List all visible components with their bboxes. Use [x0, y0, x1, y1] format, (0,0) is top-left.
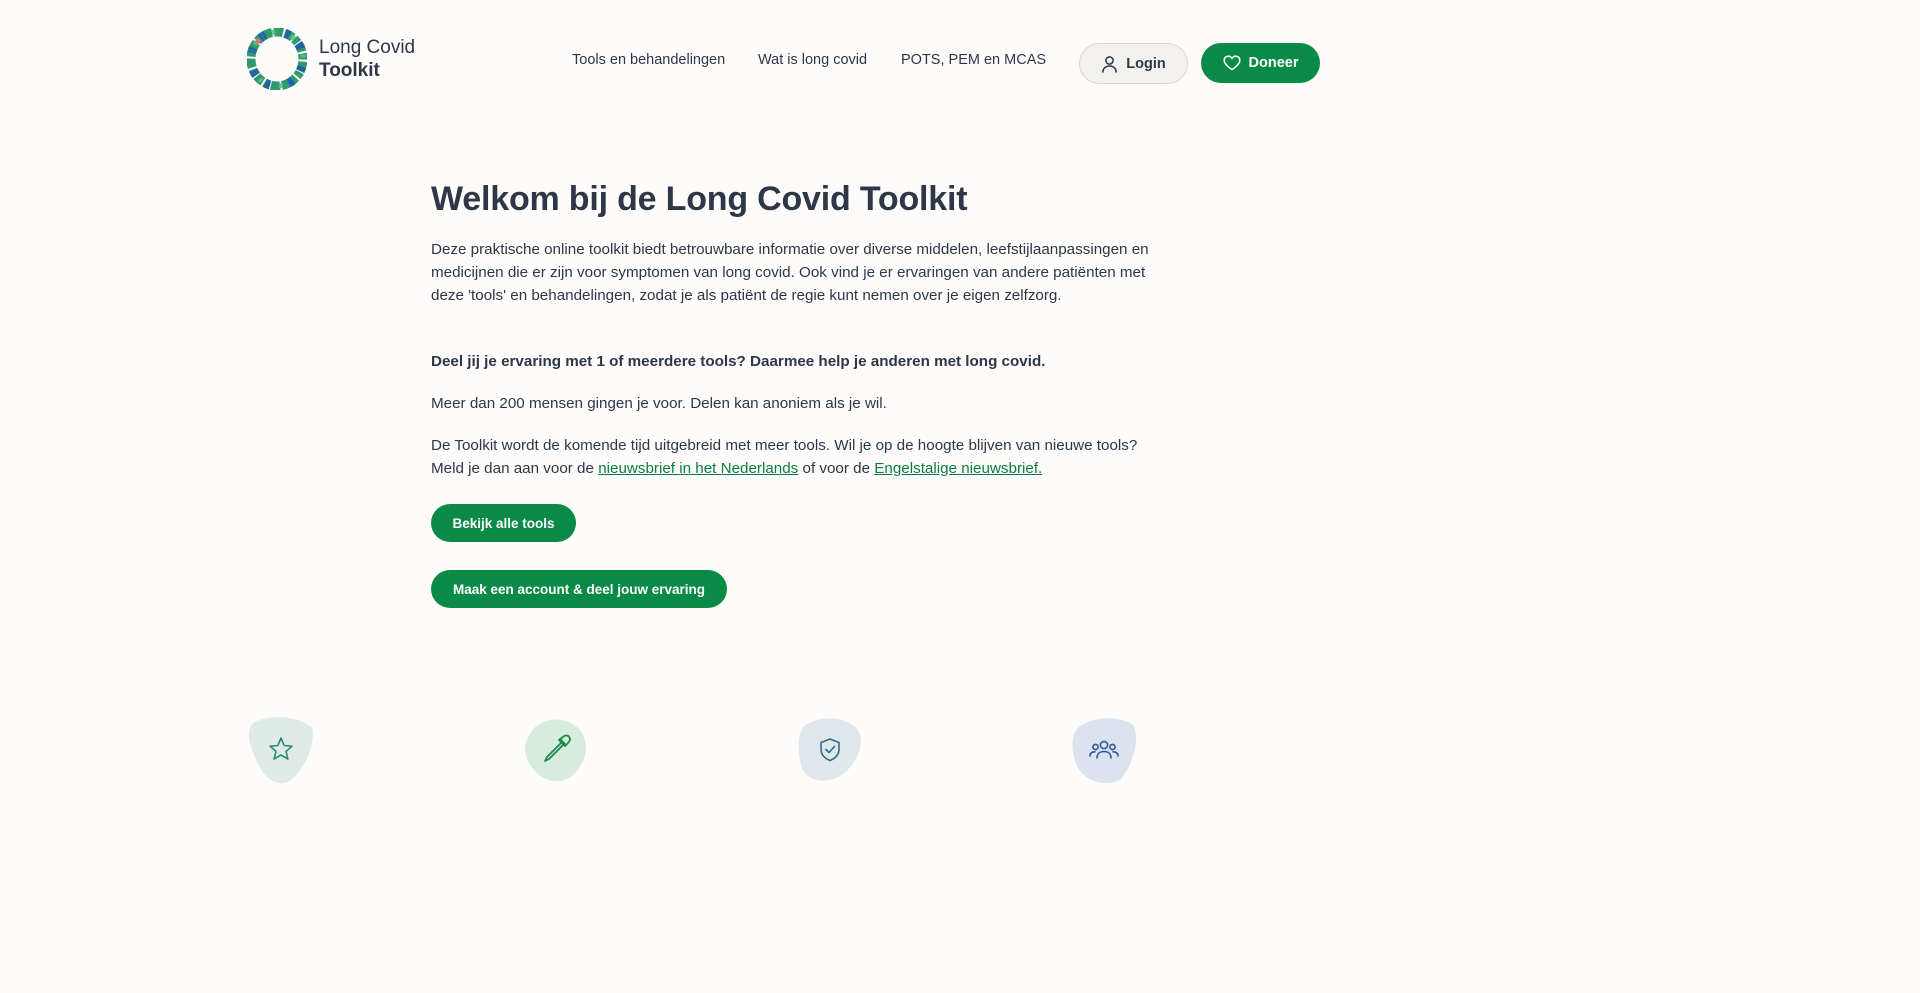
logo-text: Long Covid Toolkit: [319, 36, 415, 82]
share-prompt: Deel jij je ervaring met 1 of meerdere t…: [431, 353, 1046, 370]
logo-text-line1: Long Covid: [319, 37, 416, 58]
intro-paragraph: Deze praktische online toolkit biedt bet…: [431, 241, 1149, 304]
nav-item-pots-pem-mcas[interactable]: POTS, PEM en MCAS: [901, 52, 1046, 68]
newsletter-paragraph: De Toolkit wordt de komende tijd uitgebr…: [431, 434, 1151, 480]
feature-shield: [796, 714, 866, 786]
hero-section: Welkom bij de Long Covid Toolkit Deze pr…: [431, 178, 1151, 477]
user-icon: [1102, 55, 1118, 73]
view-all-tools-button[interactable]: Bekijk alle tools: [431, 504, 576, 542]
login-button[interactable]: Login: [1079, 43, 1188, 84]
site-header: Long Covid Toolkit Tools en behandelinge…: [0, 0, 1568, 126]
pipette-icon: [525, 719, 586, 782]
create-account-button[interactable]: Maak een account & deel jouw ervaring: [431, 570, 727, 608]
shield-check-icon: [798, 718, 861, 781]
logo-link[interactable]: Long Covid Toolkit: [247, 28, 415, 90]
logo-icon: [247, 28, 307, 90]
nav-item-tools[interactable]: Tools en behandelingen: [572, 52, 725, 68]
nav-item-wat-is-long-covid[interactable]: Wat is long covid: [758, 52, 867, 68]
login-label: Login: [1126, 55, 1166, 72]
logo-text-line2: Toolkit: [319, 60, 380, 81]
newsletter-link-en[interactable]: Engelstalige nieuwsbrief.: [874, 460, 1042, 477]
users-icon: [1072, 718, 1137, 784]
donate-button[interactable]: Doneer: [1201, 43, 1320, 83]
star-icon: [249, 717, 313, 784]
social-proof-text: Meer dan 200 mensen gingen je voor. Dele…: [431, 395, 887, 412]
page-title: Welkom bij de Long Covid Toolkit: [431, 180, 968, 218]
donate-label: Doneer: [1248, 55, 1299, 71]
newsletter-link-nl[interactable]: nieuwsbrief in het Nederlands: [598, 460, 798, 477]
feature-star: [246, 714, 316, 786]
newsletter-text-middle: of voor de: [798, 460, 875, 477]
heart-icon: [1222, 55, 1241, 71]
feature-pipette: [520, 714, 590, 786]
feature-community: [1070, 714, 1140, 786]
